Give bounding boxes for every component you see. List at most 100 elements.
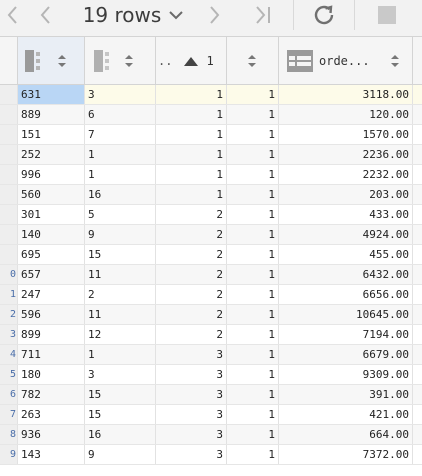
table-cell[interactable]: 1 [156,105,227,124]
rows-per-page-dropdown[interactable]: 19 rows [80,0,188,30]
table-cell[interactable]: 899 [18,325,85,344]
table-cell[interactable]: 15 [85,405,156,424]
table-cell[interactable]: 6656.00 [279,285,413,304]
table-cell[interactable]: 1 [227,325,279,344]
table-cell[interactable]: 180 [18,365,85,384]
table-cell[interactable]: 7 [85,125,156,144]
table-cell[interactable]: 1 [227,365,279,384]
table-cell[interactable]: 1 [85,345,156,364]
table-cell[interactable]: 1 [227,165,279,184]
table-cell[interactable]: 6432.00 [279,265,413,284]
table-cell[interactable]: 664.00 [279,425,413,444]
table-cell[interactable]: 657 [18,265,85,284]
column-header-1[interactable] [18,37,85,84]
column-header-4[interactable] [227,37,279,84]
refresh-button[interactable] [304,0,344,30]
table-cell[interactable]: 1 [227,205,279,224]
table-cell[interactable]: 1 [227,85,279,104]
table-cell[interactable]: 1570.00 [279,125,413,144]
table-cell[interactable]: 1 [227,145,279,164]
table-cell[interactable]: 3 [156,405,227,424]
table-cell[interactable]: 16 [85,425,156,444]
table-cell[interactable]: 2236.00 [279,145,413,164]
table-cell[interactable]: 2 [85,285,156,304]
table-row[interactable]: 9 143 9 3 1 7372.00 [0,445,422,465]
table-cell[interactable]: 695 [18,245,85,264]
table-cell[interactable]: 10645.00 [279,305,413,324]
table-cell[interactable]: 9309.00 [279,365,413,384]
table-cell[interactable]: 1 [227,425,279,444]
column-header-5[interactable]: orde... [279,37,413,84]
sort-icon[interactable] [57,53,67,69]
table-cell[interactable]: 711 [18,345,85,364]
table-row[interactable]: 151 7 1 1 1570.00 [0,125,422,145]
table-cell[interactable]: 6679.00 [279,345,413,364]
first-page-button[interactable] [0,0,24,30]
table-cell[interactable]: 1 [227,445,279,464]
table-cell[interactable]: 143 [18,445,85,464]
table-cell[interactable]: 421.00 [279,405,413,424]
table-cell[interactable]: 263 [18,405,85,424]
table-cell[interactable]: 151 [18,125,85,144]
table-row[interactable]: 996 1 1 1 2232.00 [0,165,422,185]
table-cell[interactable]: 391.00 [279,385,413,404]
table-cell[interactable]: 2 [156,285,227,304]
table-cell[interactable]: 1 [227,385,279,404]
table-row[interactable]: 301 5 2 1 433.00 [0,205,422,225]
table-cell[interactable]: 6 [85,105,156,124]
table-row[interactable]: 1 247 2 2 1 6656.00 [0,285,422,305]
table-cell[interactable]: 3 [156,425,227,444]
table-cell[interactable]: 1 [227,285,279,304]
table-cell[interactable]: 11 [85,305,156,324]
prev-page-button[interactable] [30,0,62,30]
table-cell[interactable]: 5 [85,205,156,224]
table-cell[interactable]: 1 [85,165,156,184]
table-cell[interactable]: 1 [156,85,227,104]
sort-icon[interactable] [247,53,257,69]
table-cell[interactable]: 889 [18,105,85,124]
table-cell[interactable]: 560 [18,185,85,204]
column-header-2[interactable] [85,37,156,84]
table-cell[interactable]: 301 [18,205,85,224]
sort-ascending-icon[interactable] [184,56,199,66]
table-row[interactable]: 6 782 15 3 1 391.00 [0,385,422,405]
table-cell[interactable]: 1 [156,165,227,184]
table-cell[interactable]: 3118.00 [279,85,413,104]
table-cell[interactable]: 3 [156,365,227,384]
table-row[interactable]: 5 180 3 3 1 9309.00 [0,365,422,385]
table-cell[interactable]: 2 [156,305,227,324]
table-cell[interactable]: 1 [227,245,279,264]
table-row[interactable]: 140 9 2 1 4924.00 [0,225,422,245]
table-cell[interactable]: 1 [227,345,279,364]
table-row[interactable]: 4 711 1 3 1 6679.00 [0,345,422,365]
table-cell[interactable]: 1 [227,305,279,324]
table-row[interactable]: 252 1 1 1 2236.00 [0,145,422,165]
table-cell[interactable]: 1 [227,405,279,424]
table-cell[interactable]: 12 [85,325,156,344]
table-cell[interactable]: 247 [18,285,85,304]
table-cell[interactable]: 1 [227,225,279,244]
table-cell[interactable]: 1 [227,265,279,284]
table-cell[interactable]: 996 [18,165,85,184]
table-cell[interactable]: 7194.00 [279,325,413,344]
table-row[interactable]: 560 16 1 1 203.00 [0,185,422,205]
table-row[interactable]: 631 3 1 1 3118.00 [0,85,422,105]
stop-button[interactable] [370,0,404,30]
table-cell[interactable]: 2 [156,265,227,284]
table-cell[interactable]: 2 [156,245,227,264]
sort-icon[interactable] [390,53,400,69]
table-cell[interactable]: 3 [85,85,156,104]
table-cell[interactable]: 596 [18,305,85,324]
table-cell[interactable]: 11 [85,265,156,284]
table-cell[interactable]: 455.00 [279,245,413,264]
table-row[interactable]: 3 899 12 2 1 7194.00 [0,325,422,345]
table-cell[interactable]: 16 [85,185,156,204]
table-cell[interactable]: 203.00 [279,185,413,204]
table-cell[interactable]: 15 [85,245,156,264]
table-cell[interactable]: 2232.00 [279,165,413,184]
table-cell[interactable]: 1 [85,145,156,164]
last-page-button[interactable] [248,0,278,30]
table-row[interactable]: 0 657 11 2 1 6432.00 [0,265,422,285]
table-row[interactable]: 2 596 11 2 1 10645.00 [0,305,422,325]
table-cell[interactable]: 1 [156,145,227,164]
